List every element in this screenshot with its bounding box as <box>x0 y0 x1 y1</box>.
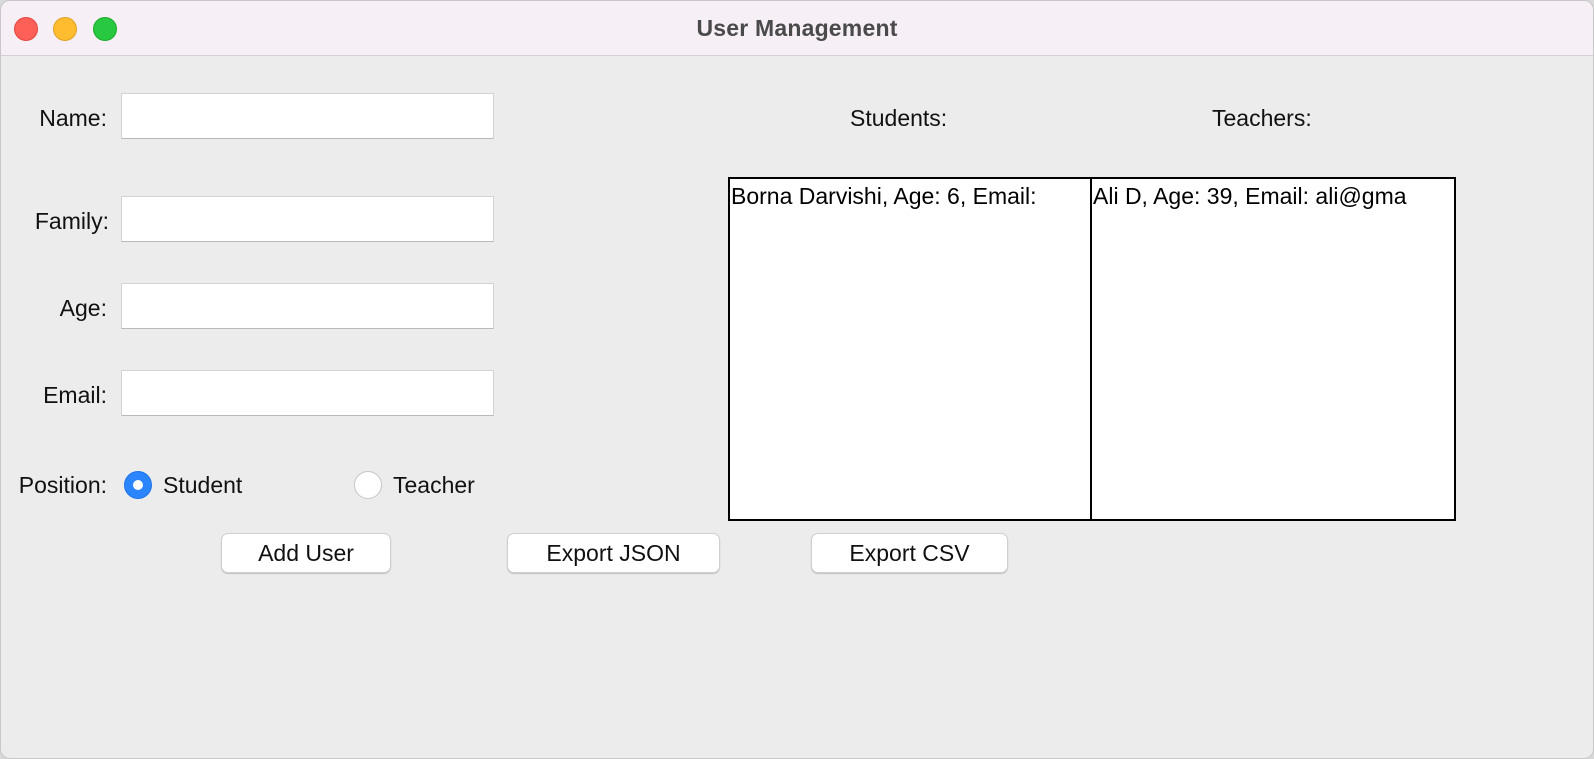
list-item[interactable]: Ali D, Age: 39, Email: ali@gma <box>1092 179 1454 209</box>
age-input[interactable] <box>121 283 494 329</box>
family-input[interactable] <box>121 196 494 242</box>
window-title: User Management <box>696 15 898 41</box>
name-label: Name: <box>39 105 107 131</box>
list-item[interactable]: Borna Darvishi, Age: 6, Email: <box>730 179 1090 209</box>
teachers-heading: Teachers: <box>1212 105 1312 131</box>
name-input[interactable] <box>121 93 494 139</box>
position-teacher-label: Teacher <box>393 471 475 498</box>
email-label: Email: <box>43 382 107 408</box>
teachers-listbox[interactable]: Ali D, Age: 39, Email: ali@gma <box>1090 177 1456 521</box>
position-student-radio[interactable]: Student <box>124 465 242 505</box>
title-bar[interactable]: User Management <box>1 1 1593 56</box>
position-label: Position: <box>18 472 107 498</box>
export-csv-button[interactable]: Export CSV <box>811 533 1008 573</box>
students-heading: Students: <box>850 105 948 131</box>
radio-unselected-icon[interactable] <box>354 471 382 499</box>
app-window: User Management Name: Family: Age: Email… <box>0 0 1594 759</box>
export-json-button[interactable]: Export JSON <box>507 533 720 573</box>
family-label: Family: <box>34 208 109 234</box>
position-teacher-radio[interactable]: Teacher <box>354 465 475 505</box>
students-listbox[interactable]: Borna Darvishi, Age: 6, Email: <box>728 177 1092 521</box>
radio-selected-icon[interactable] <box>124 471 152 499</box>
email-input[interactable] <box>121 370 494 416</box>
age-label: Age: <box>59 295 107 321</box>
position-student-label: Student <box>163 471 243 498</box>
add-user-button[interactable]: Add User <box>221 533 391 573</box>
